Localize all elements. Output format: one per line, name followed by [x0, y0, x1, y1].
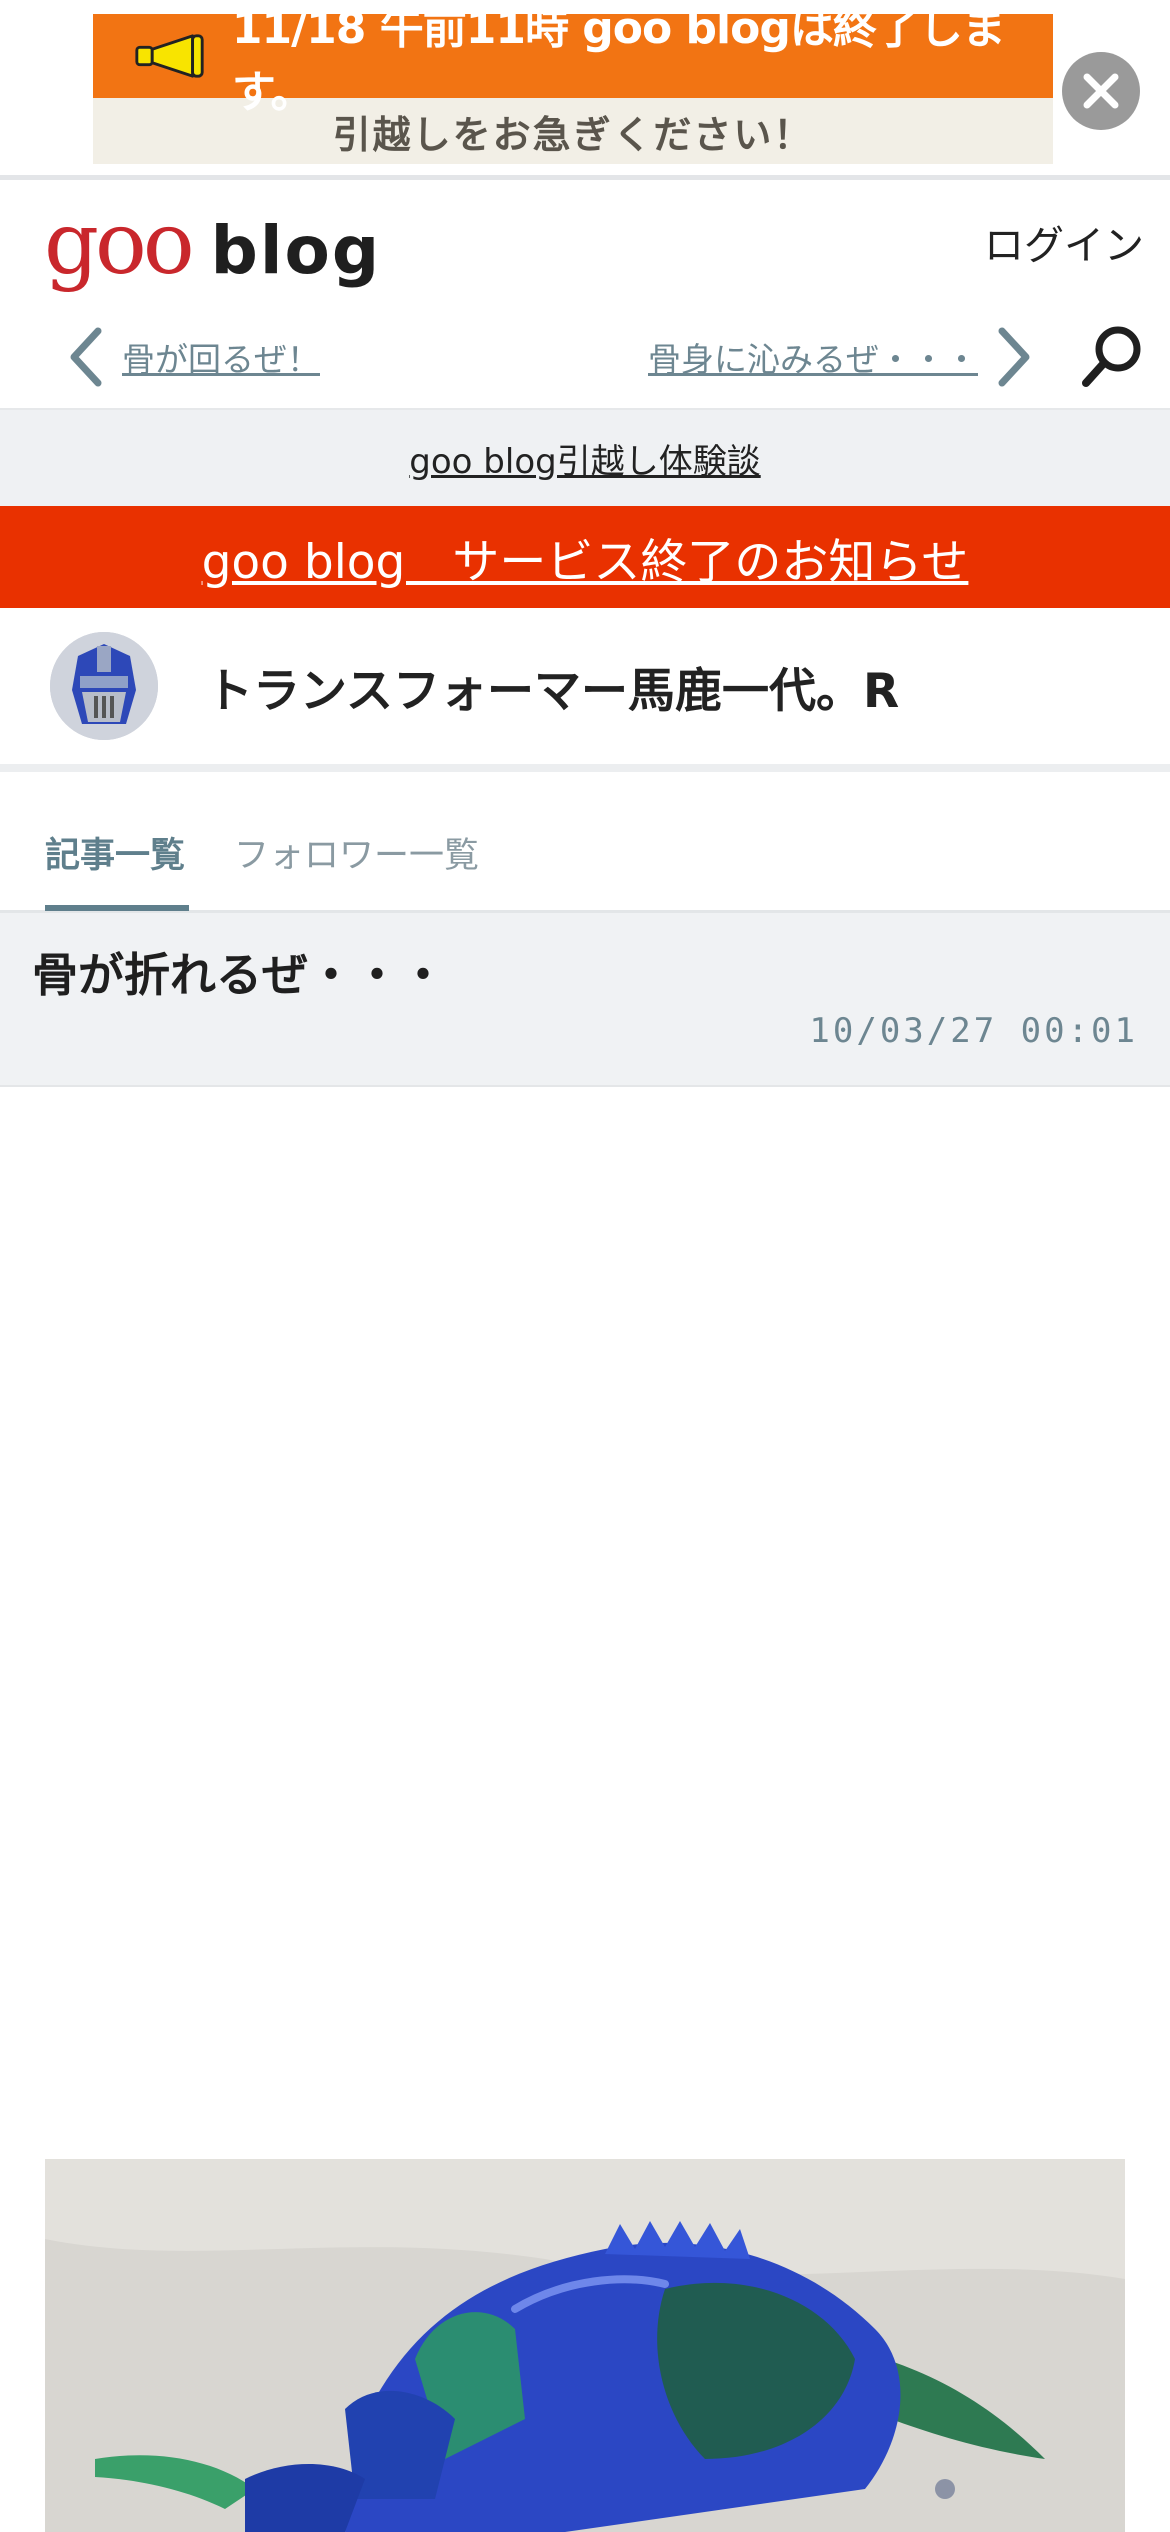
tab-follower-list[interactable]: フォロワー一覧 [234, 827, 479, 878]
active-tab-indicator [45, 905, 189, 911]
robot-helmet-icon [50, 632, 158, 740]
login-link[interactable]: ログイン [984, 213, 1144, 271]
next-article-link[interactable]: 骨身に沁みるぜ・・・ [648, 325, 1036, 389]
logo-blog: blog [210, 212, 382, 289]
chevron-left-icon [70, 327, 102, 387]
prev-article-link[interactable]: 骨が回るぜ！ [64, 325, 320, 389]
article-title: 骨が折れるぜ・・・ [32, 948, 446, 1002]
prev-article-label: 骨が回るぜ！ [122, 340, 320, 379]
goo-blog-logo[interactable]: goo blog [44, 201, 381, 287]
article-photo[interactable] [45, 2159, 1125, 2532]
blog-title[interactable]: トランスフォーマー馬鹿一代。R [206, 652, 899, 721]
tab-article-list[interactable]: 記事一覧 [45, 827, 185, 878]
service-end-notice-link[interactable]: goo blog サービス終了のお知らせ [202, 523, 969, 592]
notice-text-line2: 引越しをお急ぎください！ [332, 112, 814, 157]
logo-goo: goo [44, 194, 195, 294]
experience-bar: goo blog引越し体験談 [0, 410, 1170, 506]
service-end-bar: goo blog サービス終了のお知らせ [0, 506, 1170, 608]
site-header: goo blog ログイン 骨が回るぜ！ 骨身に沁みるぜ・・・ [0, 185, 1170, 410]
migration-experience-link[interactable]: goo blog引越し体験談 [409, 434, 760, 483]
close-icon [1083, 73, 1119, 109]
notice-banner-top: 11/18 午前11時 goo blogは終了します。 [93, 14, 1053, 118]
avatar[interactable] [50, 632, 158, 740]
article-body [0, 1089, 1170, 2532]
search-icon[interactable] [1078, 321, 1148, 391]
close-button[interactable] [1062, 52, 1140, 130]
article-header: 骨が折れるぜ・・・ 10/03/27 00:01 [0, 913, 1170, 1087]
blog-header: トランスフォーマー馬鹿一代。R [0, 608, 1170, 772]
megaphone-icon [135, 34, 204, 78]
chevron-right-icon [998, 327, 1030, 387]
article-date: 10/03/27 00:01 [809, 1011, 1138, 1051]
tab-bar: 記事一覧 フォロワー一覧 [0, 785, 1170, 913]
notice-banner[interactable]: 11/18 午前11時 goo blogは終了します。 引越しをお急ぎください！ [93, 14, 1053, 164]
next-article-label: 骨身に沁みるぜ・・・ [648, 340, 978, 379]
notice-area: 11/18 午前11時 goo blogは終了します。 引越しをお急ぎください！ [0, 0, 1170, 180]
dinosaur-toy-image [45, 2159, 1125, 2532]
